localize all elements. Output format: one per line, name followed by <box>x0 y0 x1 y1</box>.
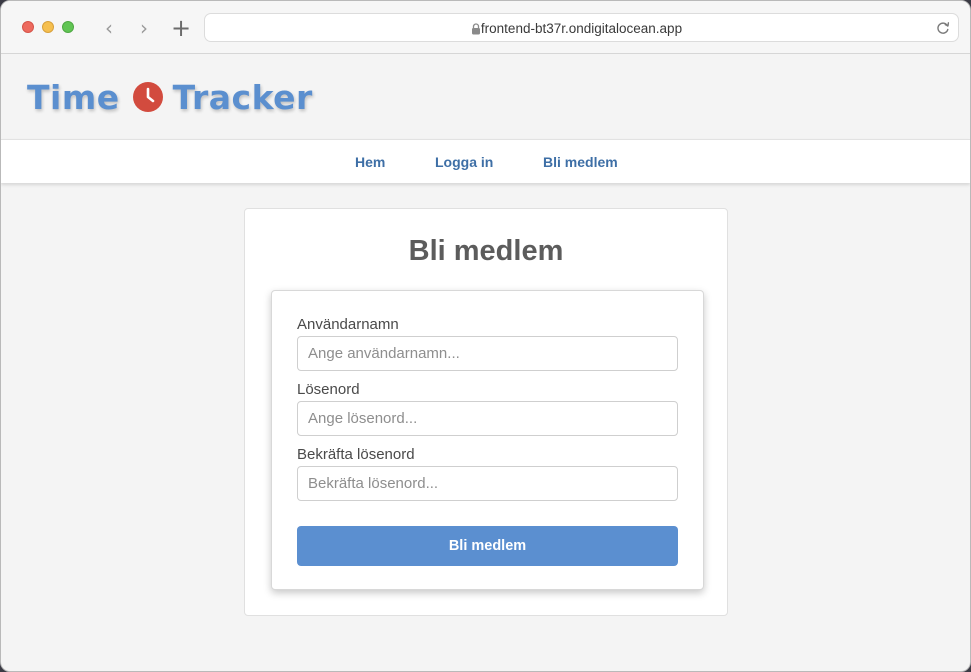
minimize-window-button[interactable] <box>42 21 54 33</box>
confirm-password-label: Bekräfta lösenord <box>297 446 415 463</box>
signup-submit-button[interactable]: Bli medlem <box>297 526 678 566</box>
browser-window: ‹ › + frontend-bt37r.ondigitalocean.app … <box>0 0 971 672</box>
username-label: Användarnamn <box>297 316 399 333</box>
forward-icon[interactable]: › <box>132 15 156 41</box>
nav-item-signup[interactable]: Bli medlem <box>543 140 618 184</box>
back-icon[interactable]: ‹ <box>97 15 121 41</box>
logo-word-time: Time <box>27 77 120 117</box>
main-nav: Hem Logga in Bli medlem <box>1 139 970 183</box>
password-input[interactable] <box>297 401 678 436</box>
confirm-password-input[interactable] <box>297 466 678 501</box>
zoom-window-button[interactable] <box>62 21 74 33</box>
browser-toolbar: ‹ › + frontend-bt37r.ondigitalocean.app <box>1 1 970 54</box>
close-window-button[interactable] <box>22 21 34 33</box>
site-header: Time Tracker <box>1 54 970 139</box>
url-text: frontend-bt37r.ondigitalocean.app <box>480 21 683 36</box>
logo-word-tracker: Tracker <box>172 77 313 117</box>
password-label: Lösenord <box>297 381 360 398</box>
new-tab-icon[interactable]: + <box>169 15 193 41</box>
site-logo[interactable]: Time Tracker <box>27 77 313 117</box>
reload-icon[interactable] <box>934 19 952 37</box>
page-title: Bli medlem <box>408 235 564 267</box>
clock-icon <box>132 82 163 112</box>
username-input[interactable] <box>297 336 678 371</box>
nav-item-login[interactable]: Logga in <box>435 140 493 184</box>
nav-item-home[interactable]: Hem <box>355 140 385 184</box>
signup-form: Användarnamn Lösenord Bekräfta lösenord … <box>271 290 704 590</box>
signup-card: Bli medlem Användarnamn Lösenord Bekräft… <box>244 208 728 616</box>
address-bar[interactable]: frontend-bt37r.ondigitalocean.app <box>204 13 959 42</box>
